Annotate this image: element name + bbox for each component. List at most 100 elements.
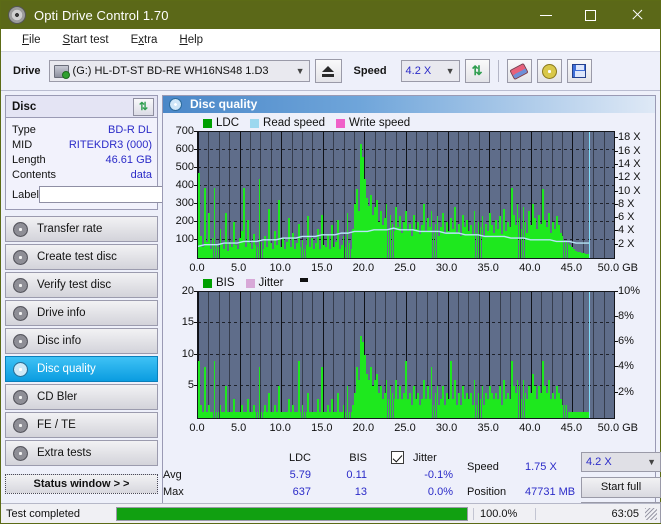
legend-label-bis: BIS <box>216 277 235 290</box>
eject-button[interactable] <box>314 59 342 83</box>
y2-axis-tick-label: 6% <box>618 335 634 348</box>
progress-bar <box>116 506 468 521</box>
sidebar-item-extra-tests[interactable]: Extra tests <box>5 440 158 466</box>
main-panel: Disc quality LDC Read speed Write speed … <box>162 95 661 523</box>
sidebar-item-disc-info[interactable]: Disc info <box>5 328 158 354</box>
y2-axis-tick <box>615 316 618 318</box>
stats-max-ldc: 637 <box>292 485 311 498</box>
stats-avg-ldc: 5.79 <box>289 468 311 481</box>
stats-row-max-label: Max <box>163 485 184 498</box>
application-window: Opti Drive Control 1.70 File Start test … <box>0 0 661 524</box>
sidebar-item-verify-test-disc[interactable]: Verify test disc <box>5 272 158 298</box>
sidebar-item-label: Drive info <box>37 307 86 319</box>
disc-label-row: Label <box>12 185 241 204</box>
disc-row-value: RITEKDR3 (000) <box>68 138 152 151</box>
page-title: Disc quality <box>190 97 258 112</box>
bis-plot-wrapper: 5 10 15 20 2% 4% 6% 8% 10% 0.0 5.0 10.0 15.0 20.0 25.0… <box>182 285 640 434</box>
test-speed-select[interactable]: 4.2 X ▼ <box>581 451 661 472</box>
y2-axis-tick-label: 10% <box>618 284 641 297</box>
x-axis-tick-label: 45.0 <box>560 421 583 434</box>
y-axis-tick <box>194 322 197 324</box>
chevron-down-icon: ▼ <box>295 66 305 76</box>
x-axis-tick-label: 10.0 <box>269 421 291 434</box>
x-axis-tick-label: 5.0 <box>230 261 247 274</box>
y-axis-tick-label: 700 <box>175 124 194 137</box>
test-speed-value: 4.2 X <box>586 455 612 468</box>
progress-percent: 100.0% <box>473 507 535 520</box>
y2-axis-tick-label: 6 X <box>618 211 635 224</box>
sidebar-item-drive-info[interactable]: Drive info <box>5 300 158 326</box>
y2-axis-tick-label: 8 X <box>618 197 635 210</box>
x-axis-tick-label: 20.0 <box>352 261 375 274</box>
disc-refresh-button[interactable]: ⇅ <box>133 97 154 116</box>
y-axis-tick-label: 300 <box>175 196 194 209</box>
x-axis-tick-label: 0.0 <box>189 421 205 434</box>
y2-axis-tick <box>615 190 618 192</box>
speed-select[interactable]: 4.2 X ▼ <box>400 60 460 82</box>
y-axis-tick-label: 10 <box>181 347 194 360</box>
y2-axis-tick <box>615 163 618 165</box>
maximize-button[interactable] <box>568 1 613 29</box>
menu-file[interactable]: File <box>11 32 52 48</box>
stats-row-avg-label: Avg <box>163 468 182 481</box>
legend-marker-icon <box>300 278 309 283</box>
x-axis-tick-label: 30.0 <box>435 421 458 434</box>
disc-icon <box>13 389 28 405</box>
position-cursor <box>589 131 591 258</box>
disc-label-key: Label <box>12 188 39 201</box>
start-full-button[interactable]: Start full <box>581 476 661 498</box>
y2-axis-tick-label: 14 X <box>618 157 641 170</box>
minimize-button[interactable] <box>523 1 568 29</box>
sidebar-item-fe-te[interactable]: FE / TE <box>5 412 158 438</box>
close-button[interactable] <box>613 1 660 29</box>
disc-tools-button[interactable] <box>536 59 562 83</box>
status-window-button[interactable]: Status window > > <box>5 474 158 494</box>
sidebar-item-transfer-rate[interactable]: Transfer rate <box>5 216 158 242</box>
y-axis-tick <box>194 130 197 132</box>
x-axis-tick-label: 20.0 <box>352 421 375 434</box>
bis-chart-container: BIS Jitter 5 10 15 20 2% 4% 6% 8% 10% 0.0 5.0 10.0 1… <box>163 276 655 436</box>
x-axis-tick-label: 40.0 <box>519 261 541 274</box>
y-axis-tick-label: 15 <box>181 316 194 329</box>
legend-label-read-speed: Read speed <box>263 117 326 130</box>
resize-grip-icon[interactable] <box>645 507 657 520</box>
menu-start-test[interactable]: Start test <box>52 32 120 48</box>
erase-button[interactable] <box>506 59 532 83</box>
menu-extra[interactable]: Extra <box>120 32 169 48</box>
disc-icon <box>13 221 28 237</box>
y-axis-tick-label: 600 <box>175 142 194 155</box>
disc-row-key: Length <box>12 153 46 166</box>
speed-label: Speed <box>353 65 387 77</box>
disc-row-contents: Contents data <box>12 167 152 182</box>
legend-label-jitter: Jitter <box>258 277 284 290</box>
x-axis-tick-label: 0.0 <box>189 261 205 274</box>
x-axis-tick-label: 35.0 <box>477 421 499 434</box>
title-bar: Opti Drive Control 1.70 <box>1 1 660 29</box>
jitter-checkbox[interactable] <box>391 450 404 464</box>
legend-swatch-ldc <box>203 118 212 128</box>
sidebar-item-cd-bler[interactable]: CD Bler <box>5 384 158 410</box>
refresh-icon: ⇅ <box>138 101 149 113</box>
drive-icon <box>53 64 70 79</box>
drive-select[interactable]: (G:) HL-DT-ST BD-RE WH16NS48 1.D3 ▼ <box>48 60 310 82</box>
menu-help[interactable]: Help <box>168 32 214 48</box>
stats-max-jitter: 0.0% <box>427 485 453 498</box>
chevron-down-icon: ▼ <box>647 456 656 467</box>
window-controls <box>523 1 660 29</box>
save-button[interactable] <box>566 59 592 83</box>
eject-icon <box>322 65 335 77</box>
stats-max-bis: 13 <box>354 485 367 498</box>
sidebar-item-create-test-disc[interactable]: Create test disc <box>5 244 158 270</box>
refresh-button[interactable]: ⇅ <box>464 59 490 83</box>
x-axis-tick-label: 50.0 GB <box>597 421 639 434</box>
toolbar: Drive (G:) HL-DT-ST BD-RE WH16NS48 1.D3 … <box>1 52 660 91</box>
sidebar-item-label: Extra tests <box>37 447 92 459</box>
sidebar-item-disc-quality[interactable]: Disc quality <box>5 356 158 382</box>
legend-label-ldc: LDC <box>216 117 240 130</box>
sidebar-item-label: Disc info <box>37 335 82 347</box>
x-axis-tick-label: 15.0 <box>311 261 333 274</box>
y2-axis-tick <box>615 203 618 205</box>
y-axis-tick-label: 100 <box>175 232 194 245</box>
bis-plot-area <box>197 290 615 419</box>
body: Disc ⇅ Type BD-R DL MID RITEKDR3 (000) L… <box>1 91 661 523</box>
